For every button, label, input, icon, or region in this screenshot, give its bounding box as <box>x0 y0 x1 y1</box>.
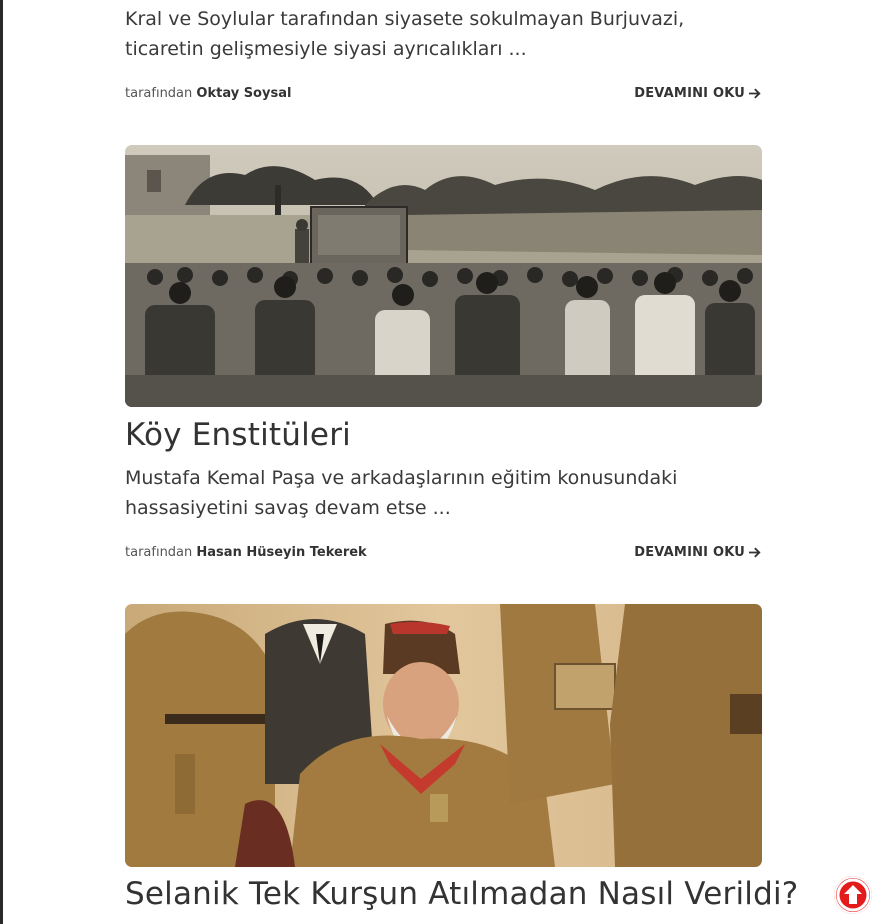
post-excerpt: Mustafa Kemal Paşa ve arkadaşlarının eği… <box>125 467 678 519</box>
byline-label: tarafından <box>125 545 193 560</box>
scroll-to-top-button[interactable] <box>834 876 872 914</box>
post-byline: tarafından Hasan Hüseyin Tekerek <box>125 545 367 560</box>
read-more-label: DEVAMINI OKU <box>634 545 745 560</box>
author-link[interactable]: Oktay Soysal <box>196 86 291 101</box>
arrow-right-icon <box>749 88 761 99</box>
post-excerpt: Kral ve Soylular tarafından siyasete sok… <box>125 8 685 60</box>
officers-painting <box>125 604 762 867</box>
post-byline: tarafından Oktay Soysal <box>125 86 291 101</box>
post-title[interactable]: Selanik Tek Kurşun Atılmadan Nasıl Veril… <box>125 874 798 914</box>
village-institute-photo <box>125 145 762 407</box>
read-more-label: DEVAMINI OKU <box>634 86 745 101</box>
post-thumbnail[interactable] <box>125 145 762 407</box>
read-more-link[interactable]: DEVAMINI OKU <box>634 86 762 101</box>
byline-label: tarafından <box>125 86 193 101</box>
post-title[interactable]: Köy Enstitüleri <box>125 415 351 455</box>
arrow-right-icon <box>749 547 761 558</box>
post-meta: tarafından Oktay Soysal DEVAMINI OKU <box>125 86 762 101</box>
read-more-link[interactable]: DEVAMINI OKU <box>634 545 762 560</box>
arrow-up-circle-icon <box>836 878 870 912</box>
author-link[interactable]: Hasan Hüseyin Tekerek <box>196 545 366 560</box>
post-thumbnail[interactable] <box>125 604 762 867</box>
post-meta: tarafından Hasan Hüseyin Tekerek DEVAMIN… <box>125 545 762 560</box>
window-edge-strip <box>0 0 3 924</box>
